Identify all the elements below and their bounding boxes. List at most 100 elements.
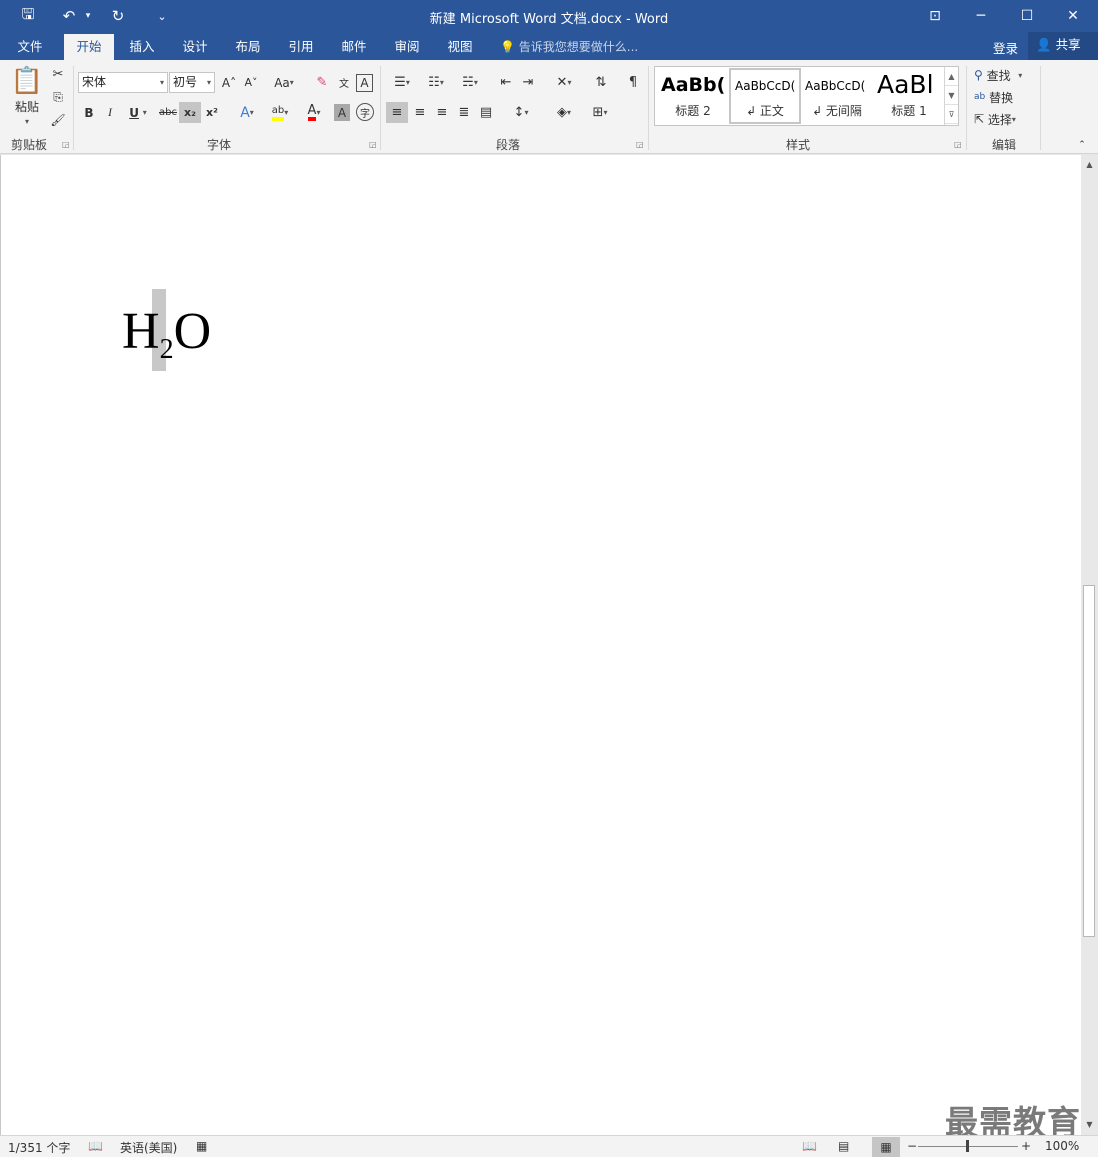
- tab-insert[interactable]: 插入: [120, 34, 164, 60]
- read-mode-icon[interactable]: 📖: [802, 1139, 817, 1153]
- tab-mailings[interactable]: 邮件: [332, 34, 376, 60]
- ribbon-home: 📋 粘贴 ▾ ✂ ⎘ 🖌 剪贴板 ◲ 宋体 ▾ 初号 ▾ A˄ A˅ Aa ▾ ✎ 文…: [0, 60, 1098, 154]
- tab-file[interactable]: 文件: [8, 34, 52, 60]
- multilevel-list-icon[interactable]: ☵ ▾: [454, 72, 486, 93]
- tab-view[interactable]: 视图: [438, 34, 482, 60]
- borders-icon[interactable]: ⊞ ▾: [583, 102, 617, 123]
- zoom-slider-thumb[interactable]: [966, 1140, 969, 1152]
- highlight-color-button[interactable]: ab ▾: [264, 102, 296, 123]
- numbering-icon[interactable]: ☷ ▾: [420, 72, 452, 93]
- clear-formatting-icon[interactable]: ✎: [312, 72, 332, 93]
- styles-launcher-icon[interactable]: ◲: [954, 140, 962, 149]
- enclose-characters-icon[interactable]: 字: [356, 103, 374, 121]
- print-layout-icon[interactable]: ▤: [838, 1139, 849, 1153]
- chevron-down-icon: ▾: [289, 78, 294, 87]
- gallery-up-icon[interactable]: ▲: [945, 67, 958, 86]
- sign-in-link[interactable]: 登录: [993, 38, 1018, 57]
- style-heading-2[interactable]: AaBb( 标题 2: [657, 68, 729, 124]
- sort-icon[interactable]: ⇅: [590, 72, 612, 93]
- replace-button[interactable]: ab 替换: [974, 88, 1030, 106]
- font-name-value: 宋体: [82, 75, 107, 89]
- strikethrough-button[interactable]: abc: [157, 102, 179, 123]
- zoom-level[interactable]: 100%: [1045, 1139, 1079, 1153]
- character-border-icon[interactable]: A: [356, 74, 373, 92]
- decrease-indent-icon[interactable]: ⇤: [496, 72, 516, 93]
- underline-button[interactable]: U ▾: [122, 102, 154, 123]
- document-text-h2o[interactable]: H2O: [122, 300, 211, 382]
- paste-dropdown-icon[interactable]: ▾: [20, 116, 34, 126]
- font-name-combobox[interactable]: 宋体 ▾: [78, 72, 168, 93]
- paragraph-group-label: 段落: [495, 138, 520, 152]
- paste-icon[interactable]: 📋: [10, 64, 44, 98]
- font-color-button[interactable]: A ▾: [298, 102, 330, 123]
- minimize-button[interactable]: ─: [958, 0, 1004, 32]
- clipboard-launcher-icon[interactable]: ◲: [62, 140, 70, 149]
- style-normal[interactable]: AaBbCcD( ↲ 正文: [729, 68, 801, 124]
- group-separator: [648, 66, 649, 150]
- chevron-down-icon: ▾: [206, 78, 211, 87]
- align-center-icon[interactable]: ≡: [409, 102, 431, 123]
- ribbon-tabs: 文件 开始 插入 设计 布局 引用 邮件 审阅 视图 💡 告诉我您想要做什么..…: [0, 32, 1098, 60]
- select-button[interactable]: ⇱ 选择 ▾: [974, 110, 1034, 128]
- style-no-spacing[interactable]: AaBbCcD( ↲ 无间隔: [801, 68, 873, 124]
- gallery-down-icon[interactable]: ▼: [945, 86, 958, 105]
- show-marks-icon[interactable]: ¶: [622, 72, 644, 93]
- macro-icon[interactable]: ▦: [196, 1139, 207, 1153]
- distributed-icon[interactable]: ▤: [475, 102, 497, 123]
- tab-layout[interactable]: 布局: [226, 34, 270, 60]
- styles-gallery: AaBb( 标题 2 AaBbCcD( ↲ 正文 AaBbCcD( ↲ 无间隔 …: [654, 66, 959, 126]
- tell-me-box[interactable]: 💡 告诉我您想要做什么...: [500, 38, 638, 55]
- text-effects-icon[interactable]: A ▾: [233, 102, 261, 123]
- vertical-scrollbar[interactable]: ▲ ▼: [1081, 155, 1098, 1135]
- grow-font-button[interactable]: A˄: [219, 72, 239, 93]
- tab-design[interactable]: 设计: [173, 34, 217, 60]
- select-label: 选择: [987, 112, 1012, 127]
- font-size-value: 初号: [173, 75, 198, 89]
- align-right-icon[interactable]: ≡: [431, 102, 453, 123]
- style-heading-1[interactable]: AaBl 标题 1: [873, 68, 945, 124]
- phonetic-guide-icon[interactable]: 文: [334, 72, 354, 93]
- collapse-ribbon-icon[interactable]: ⌃: [1074, 138, 1090, 152]
- font-size-combobox[interactable]: 初号 ▾: [169, 72, 215, 93]
- tab-references[interactable]: 引用: [279, 34, 323, 60]
- superscript-button[interactable]: x²: [202, 102, 222, 123]
- word-count[interactable]: 1/351 个字: [8, 1139, 70, 1156]
- bold-button[interactable]: B: [80, 102, 98, 123]
- shrink-font-button[interactable]: A˅: [241, 72, 261, 93]
- share-button[interactable]: 👤 共享: [1028, 32, 1098, 60]
- cut-icon[interactable]: ✂: [48, 64, 68, 84]
- zoom-in-icon[interactable]: +: [1021, 1139, 1031, 1153]
- paragraph-launcher-icon[interactable]: ◲: [636, 140, 644, 149]
- close-button[interactable]: ✕: [1050, 0, 1096, 32]
- copy-icon[interactable]: ⎘: [48, 87, 68, 107]
- language-indicator[interactable]: 英语(美国): [120, 1139, 177, 1156]
- tab-home[interactable]: 开始: [64, 34, 114, 60]
- chevron-down-icon: ▾: [316, 108, 321, 117]
- increase-indent-icon[interactable]: ⇥: [518, 72, 538, 93]
- ribbon-display-options-button[interactable]: ⊡: [912, 0, 958, 32]
- justify-icon[interactable]: ≣: [453, 102, 475, 123]
- character-shading-icon[interactable]: A: [334, 104, 350, 121]
- scroll-thumb[interactable]: [1083, 585, 1095, 937]
- shading-icon[interactable]: ◈ ▾: [547, 102, 581, 123]
- proofing-icon[interactable]: 📖: [88, 1139, 103, 1153]
- find-button[interactable]: ⚲ 查找 ▾: [974, 66, 1038, 84]
- bullets-icon[interactable]: ☰ ▾: [386, 72, 418, 93]
- zoom-out-icon[interactable]: −: [907, 1139, 917, 1153]
- align-left-icon[interactable]: ≡: [386, 102, 408, 123]
- style-sample: AaBb(: [661, 74, 726, 96]
- line-spacing-icon[interactable]: ↕ ▾: [505, 102, 537, 123]
- gallery-more-icon[interactable]: ⊽: [945, 105, 958, 124]
- scroll-down-icon[interactable]: ▼: [1081, 1117, 1098, 1133]
- asian-layout-icon[interactable]: ✕ ▾: [548, 72, 580, 93]
- tab-review[interactable]: 审阅: [385, 34, 429, 60]
- maximize-button[interactable]: ☐: [1004, 0, 1050, 32]
- web-layout-icon[interactable]: ▦: [872, 1137, 900, 1157]
- change-case-button[interactable]: Aa ▾: [268, 72, 300, 93]
- font-launcher-icon[interactable]: ◲: [369, 140, 377, 149]
- italic-button[interactable]: I: [101, 102, 119, 123]
- paste-button-label[interactable]: 粘贴: [8, 98, 46, 114]
- subscript-button[interactable]: x₂: [179, 102, 201, 123]
- scroll-up-icon[interactable]: ▲: [1081, 157, 1098, 173]
- format-painter-icon[interactable]: 🖌: [48, 110, 68, 130]
